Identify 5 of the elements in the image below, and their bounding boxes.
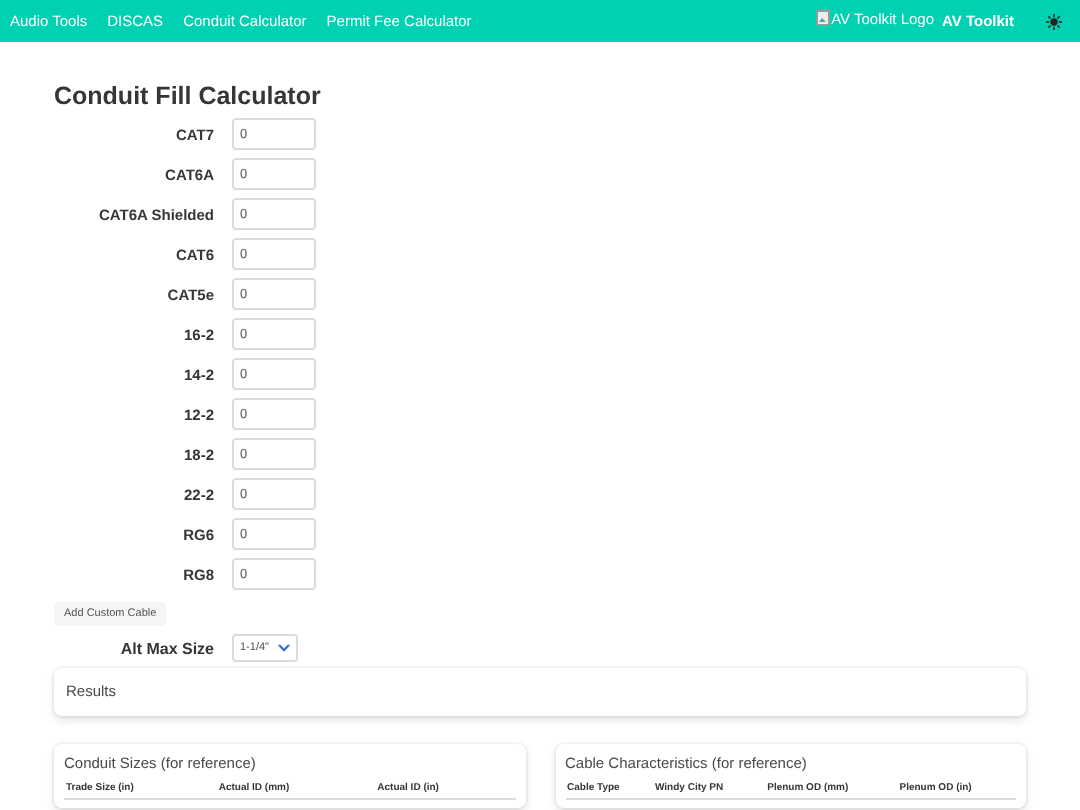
broken-image-icon: [815, 9, 830, 25]
page-title: Conduit Fill Calculator: [54, 82, 323, 110]
field-label: Alt Max Size: [118, 639, 214, 657]
chevron-down-icon: [277, 644, 289, 652]
theme-toggle-icon[interactable]: [1046, 13, 1062, 29]
